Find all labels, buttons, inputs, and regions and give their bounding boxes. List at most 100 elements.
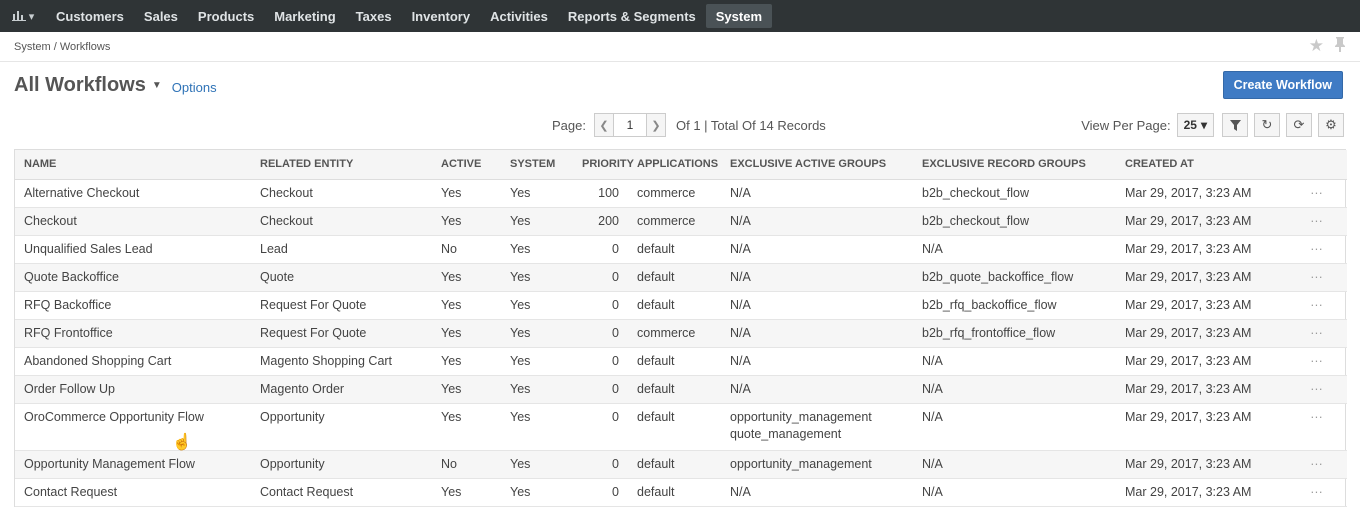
cell-entity: Opportunity bbox=[251, 450, 432, 479]
cell-applications: default bbox=[628, 263, 721, 292]
cell-active: Yes bbox=[432, 179, 501, 208]
cell-value: N/A bbox=[922, 409, 943, 424]
star-icon[interactable]: ★ bbox=[1309, 36, 1324, 57]
cell-system: Yes bbox=[501, 450, 573, 479]
cell-record-groups: b2b_checkout_flow bbox=[913, 207, 1116, 236]
view-per-page-select[interactable]: 25 ▾ bbox=[1176, 113, 1214, 137]
page-label: Page: bbox=[552, 117, 586, 133]
cell-created: Mar 29, 2017, 3:23 AM bbox=[1116, 450, 1286, 479]
cell-value: Checkout bbox=[24, 213, 77, 228]
cell-name: RFQ Frontoffice bbox=[15, 319, 251, 348]
nav-reports-segments[interactable]: Reports & Segments bbox=[558, 0, 706, 32]
pin-icon[interactable] bbox=[1334, 36, 1346, 57]
breadcrumb[interactable]: System / Workflows bbox=[14, 41, 110, 53]
cell-active: Yes bbox=[432, 403, 501, 451]
cell-value: Mar 29, 2017, 3:23 AM bbox=[1125, 241, 1252, 256]
column-header-name[interactable]: Name bbox=[15, 150, 251, 180]
row-actions-button[interactable]: ··· bbox=[1286, 179, 1347, 208]
options-link[interactable]: Options bbox=[172, 80, 217, 95]
cell-value: Yes bbox=[441, 325, 462, 340]
cell-value: Alternative Checkout bbox=[24, 185, 140, 200]
nav-system[interactable]: System bbox=[705, 4, 773, 28]
row-actions-button[interactable]: ··· bbox=[1286, 478, 1347, 507]
cell-value: 0 bbox=[612, 381, 619, 396]
cell-entity: Quote bbox=[251, 263, 432, 292]
cell-priority: 0 bbox=[573, 263, 628, 292]
table-row[interactable]: Alternative Checkout Checkout Yes Yes 100 com… bbox=[15, 179, 1347, 208]
table-row[interactable]: Abandoned Shopping Cart Magento Shopping … bbox=[15, 347, 1347, 376]
table-row[interactable]: Opportunity Management Flow Opportunity No… bbox=[15, 450, 1347, 479]
chevron-down-icon[interactable]: ▼ bbox=[152, 80, 162, 91]
row-actions-button[interactable]: ··· bbox=[1286, 207, 1347, 236]
cell-value: Yes bbox=[510, 213, 531, 228]
grid-settings-button[interactable]: ⚙ bbox=[1318, 113, 1344, 137]
cell-entity: Checkout bbox=[251, 179, 432, 208]
cell-priority: 0 bbox=[573, 375, 628, 404]
table-row[interactable]: RFQ Frontoffice Request For Quote Yes Yes 0 c… bbox=[15, 319, 1347, 348]
cell-active-groups: opportunity_management bbox=[721, 450, 913, 479]
cell-value: default bbox=[637, 297, 675, 312]
cell-active: Yes bbox=[432, 207, 501, 236]
cell-system: Yes bbox=[501, 403, 573, 451]
cell-value: Mar 29, 2017, 3:23 AM bbox=[1125, 381, 1252, 396]
cell-active: Yes bbox=[432, 291, 501, 320]
cell-record-groups: b2b_rfq_backoffice_flow bbox=[913, 291, 1116, 320]
column-header-exclusive-record-groups[interactable]: Exclusive Record Groups bbox=[913, 150, 1116, 180]
nav-marketing[interactable]: Marketing bbox=[264, 0, 345, 32]
cell-created: Mar 29, 2017, 3:23 AM bbox=[1116, 291, 1286, 320]
cell-value: Yes bbox=[441, 297, 462, 312]
table-row[interactable]: RFQ Backoffice Request For Quote Yes Yes 0 de… bbox=[15, 291, 1347, 320]
cell-value: 0 bbox=[612, 325, 619, 340]
row-actions-button[interactable]: ··· bbox=[1286, 263, 1347, 292]
table-row[interactable]: Unqualified Sales Lead Lead No Yes 0 default N… bbox=[15, 235, 1347, 264]
filter-icon bbox=[1229, 119, 1241, 131]
column-header-active[interactable]: Active bbox=[432, 150, 501, 180]
cell-value: Mar 29, 2017, 3:23 AM bbox=[1125, 185, 1252, 200]
refresh-button[interactable]: ↻ bbox=[1254, 113, 1280, 137]
nav-sales[interactable]: Sales bbox=[134, 0, 188, 32]
create-workflow-button[interactable]: Create Workflow bbox=[1222, 71, 1343, 99]
cell-value: Yes bbox=[510, 325, 531, 340]
row-actions-button[interactable]: ··· bbox=[1286, 235, 1347, 264]
column-header-system[interactable]: System bbox=[501, 150, 573, 180]
table-row[interactable]: Order Follow Up Magento Order Yes Yes 0 defau… bbox=[15, 375, 1347, 404]
row-actions-button[interactable]: ··· bbox=[1286, 403, 1347, 451]
view-per-page-value: 25 bbox=[1183, 118, 1197, 132]
column-header-applications[interactable]: Applications bbox=[628, 150, 721, 180]
row-actions-button[interactable]: ··· bbox=[1286, 347, 1347, 376]
cell-created: Mar 29, 2017, 3:23 AM bbox=[1116, 403, 1286, 451]
row-actions-button[interactable]: ··· bbox=[1286, 291, 1347, 320]
table-row[interactable]: Checkout Checkout Yes Yes 200 commerce N/A b2b_… bbox=[15, 207, 1347, 236]
nav-inventory[interactable]: Inventory bbox=[402, 0, 481, 32]
cell-priority: 0 bbox=[573, 403, 628, 451]
column-header-priority[interactable]: Priority bbox=[573, 150, 634, 180]
prev-page-button[interactable]: ❮ bbox=[593, 113, 614, 137]
row-actions-button[interactable]: ··· bbox=[1286, 450, 1347, 479]
page-title[interactable]: All Workflows bbox=[14, 74, 146, 97]
column-header-exclusive-active-groups[interactable]: Exclusive Active Groups bbox=[721, 150, 913, 180]
nav-customers[interactable]: Customers bbox=[46, 0, 134, 32]
nav-taxes[interactable]: Taxes bbox=[346, 0, 402, 32]
cell-value: default bbox=[637, 484, 675, 499]
cell-value: Yes bbox=[510, 353, 531, 368]
nav-activities[interactable]: Activities bbox=[480, 0, 558, 32]
table-row[interactable]: Quote Backoffice Quote Yes Yes 0 default N/A b2… bbox=[15, 263, 1347, 292]
dashboard-menu[interactable]: ▾ bbox=[0, 0, 46, 32]
column-header-related-entity[interactable]: Related Entity bbox=[251, 150, 432, 180]
cell-active-groups: N/A bbox=[721, 291, 913, 320]
table-row[interactable]: Contact Request Contact Request Yes Yes 0 def… bbox=[15, 478, 1347, 507]
reset-button[interactable]: ⟳ bbox=[1286, 113, 1312, 137]
row-actions-button[interactable]: ··· bbox=[1286, 375, 1347, 404]
nav-products[interactable]: Products bbox=[188, 0, 264, 32]
table-row[interactable]: OroCommerce Opportunity Flow Opportunity Y… bbox=[15, 403, 1347, 451]
page-input[interactable]: 1 bbox=[613, 113, 646, 137]
refresh-icon: ↻ bbox=[1261, 117, 1273, 132]
column-header-created-at[interactable]: Created At bbox=[1116, 150, 1286, 180]
cell-value: Magento Shopping Cart bbox=[260, 353, 393, 368]
top-navigation: ▾ Customers Sales Products Marketing Tax… bbox=[0, 0, 1360, 32]
filter-button[interactable] bbox=[1222, 113, 1248, 137]
next-page-button[interactable]: ❯ bbox=[645, 113, 666, 137]
cell-priority: 100 bbox=[573, 179, 628, 208]
cell-applications: commerce bbox=[628, 179, 721, 208]
row-actions-button[interactable]: ··· bbox=[1286, 319, 1347, 348]
